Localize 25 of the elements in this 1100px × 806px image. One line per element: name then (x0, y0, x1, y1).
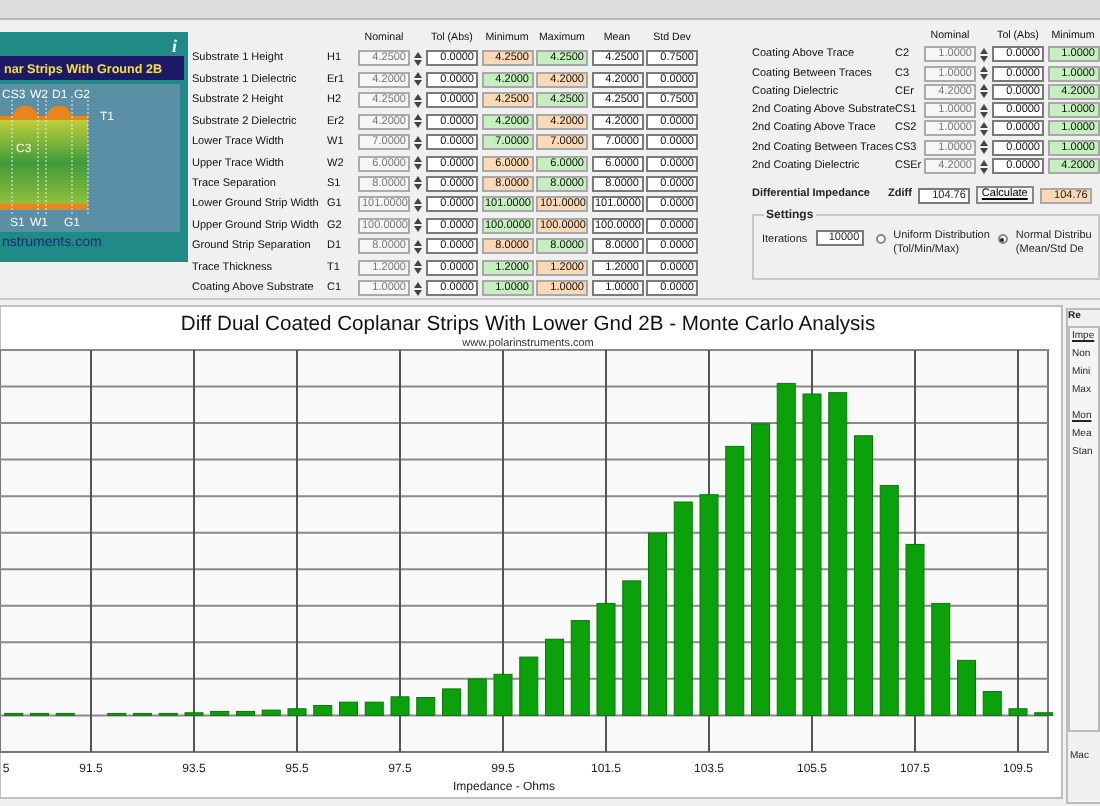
radio-button[interactable] (997, 234, 1008, 245)
histogram-bar (416, 697, 436, 716)
histogram-bar (570, 620, 590, 716)
histogram-bar (364, 701, 384, 716)
info-icon: i (172, 36, 178, 56)
histogram-bar (339, 701, 358, 716)
histogram-bar (931, 602, 951, 716)
histogram-bar (442, 688, 461, 716)
histogram-bar (287, 708, 307, 716)
histogram-bar (957, 659, 976, 716)
histogram-bar (982, 691, 1002, 716)
radio-button[interactable] (875, 234, 886, 245)
chart-title: Diff Dual Coated Coplanar Strips With Lower Gnd 2B - Monte Carlo Analysis (180, 314, 876, 336)
histogram-bar (467, 678, 487, 716)
histogram-bar (493, 673, 513, 716)
histogram-bar (622, 580, 642, 716)
histogram-bar (545, 638, 564, 716)
histogram-bar (596, 602, 616, 716)
histogram-bar (236, 710, 255, 716)
histogram-bar (313, 704, 333, 716)
histogram-bar (1008, 708, 1028, 716)
histogram-bar (261, 709, 281, 716)
histogram-bar (390, 696, 410, 716)
histogram-bar (210, 710, 230, 716)
histogram-bar (519, 656, 539, 716)
